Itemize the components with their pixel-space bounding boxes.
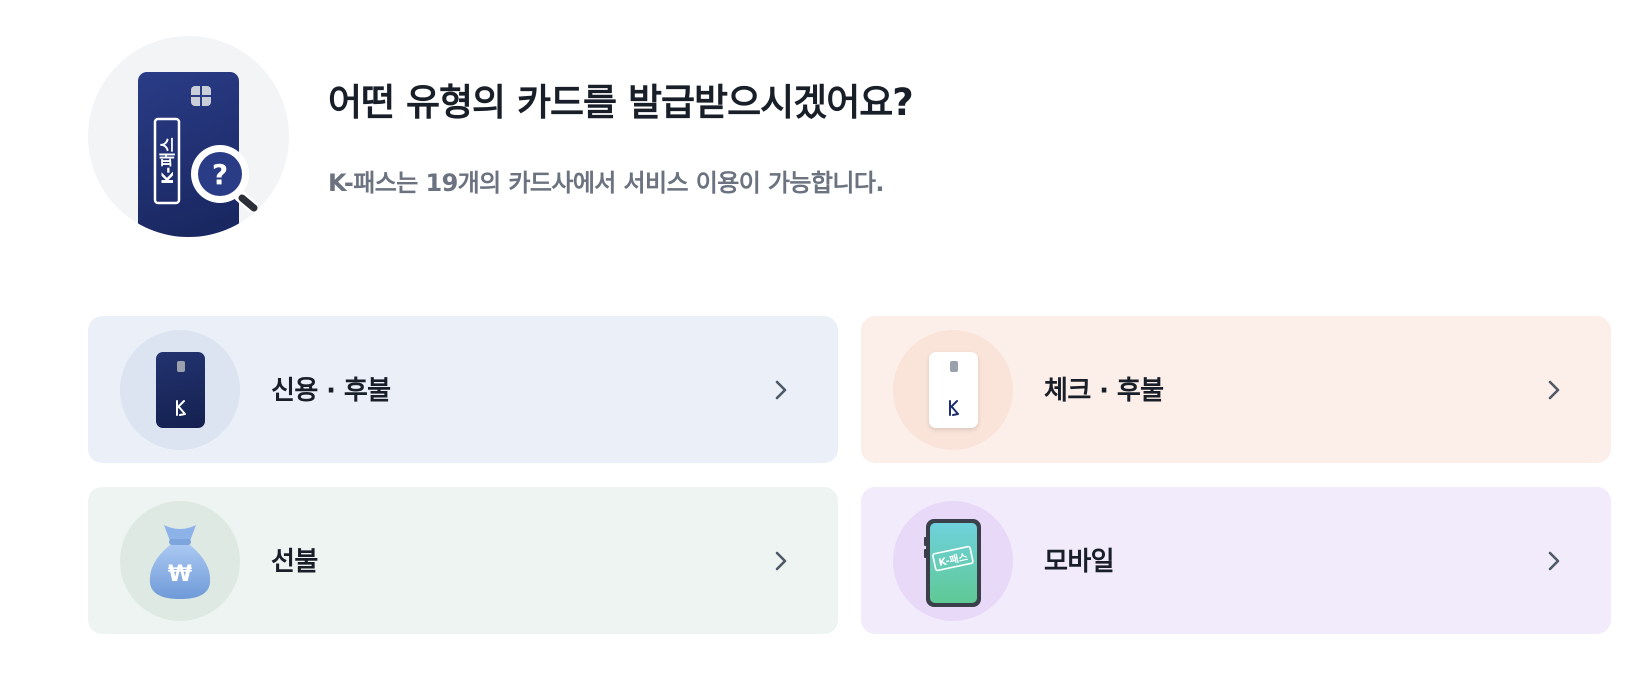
chevron-right-icon: [775, 380, 787, 400]
card-chip-icon: [191, 86, 211, 106]
k-pass-logo: K-패스: [153, 117, 181, 205]
dark-card-icon: [120, 330, 240, 450]
option-label: 체크 · 후불: [1044, 376, 1164, 406]
white-card-icon: [893, 330, 1013, 450]
won-symbol: ₩: [168, 562, 192, 587]
page-subtitle: K-패스는 19개의 카드사에서 서비스 이용이 가능합니다.: [328, 169, 884, 197]
option-credit-card[interactable]: 신용 · 후불: [88, 316, 838, 463]
option-label: 신용 · 후불: [271, 376, 391, 406]
k-pass-logo-text: K-패스: [158, 137, 177, 184]
chevron-right-icon: [775, 551, 787, 571]
hero-illustration: K-패스 ?: [88, 36, 289, 237]
option-mobile-card[interactable]: K-패스 모바일: [861, 487, 1611, 634]
option-label: 선불: [271, 547, 318, 577]
smartphone-icon: K-패스: [893, 501, 1013, 621]
page-title: 어떤 유형의 카드를 발급받으시겠어요?: [328, 81, 914, 124]
option-check-card[interactable]: 체크 · 후불: [861, 316, 1611, 463]
magnifier-question-icon: ?: [191, 145, 258, 212]
chevron-right-icon: [1548, 380, 1560, 400]
option-prepaid-card[interactable]: ₩ 선불: [88, 487, 838, 634]
option-label: 모바일: [1044, 547, 1115, 577]
question-mark: ?: [212, 158, 228, 191]
money-bag-icon: ₩: [120, 501, 240, 621]
chevron-right-icon: [1548, 551, 1560, 571]
